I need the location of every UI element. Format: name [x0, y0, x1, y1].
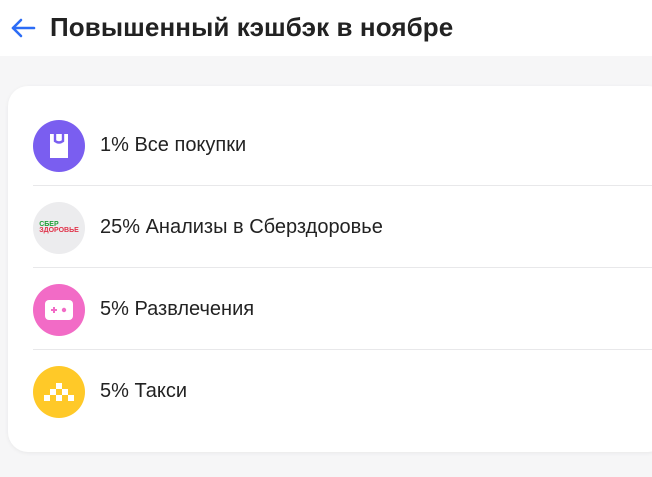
cashback-item-label: 1% Все покупки: [100, 134, 247, 156]
page-title: Повышенный кэшбэк в ноябре: [50, 12, 454, 42]
cashback-item-sberzdorovye[interactable]: СБЕР ЗДОРОВЬЕ 25% Анализы в Сберздоровье: [8, 186, 652, 268]
gamepad-icon: [33, 284, 85, 336]
app-header: Повышенный кэшбэк в ноябре: [0, 0, 652, 56]
taxi-checker-icon: [33, 366, 85, 418]
cashback-item-all-purchases[interactable]: 1% Все покупки: [8, 104, 652, 186]
cashback-item-label: 25% Анализы в Сберздоровье: [100, 216, 383, 238]
back-button[interactable]: [9, 13, 39, 43]
shopping-bag-icon: [33, 120, 85, 172]
cashback-item-label: 5% Развлечения: [100, 298, 255, 320]
arrow-left-icon: [9, 13, 39, 43]
cashback-item-entertainment[interactable]: 5% Развлечения: [8, 268, 652, 350]
sberzdorovye-logo: СБЕР ЗДОРОВЬЕ: [33, 202, 85, 254]
cashback-item-taxi[interactable]: 5% Такси: [8, 350, 652, 432]
sber-logo-line2: ЗДОРОВЬЕ: [39, 227, 79, 234]
cashback-item-label: 5% Такси: [100, 380, 188, 402]
cashback-list: 1% Все покупки СБЕР ЗДОРОВЬЕ 25% Анализы…: [8, 86, 652, 452]
